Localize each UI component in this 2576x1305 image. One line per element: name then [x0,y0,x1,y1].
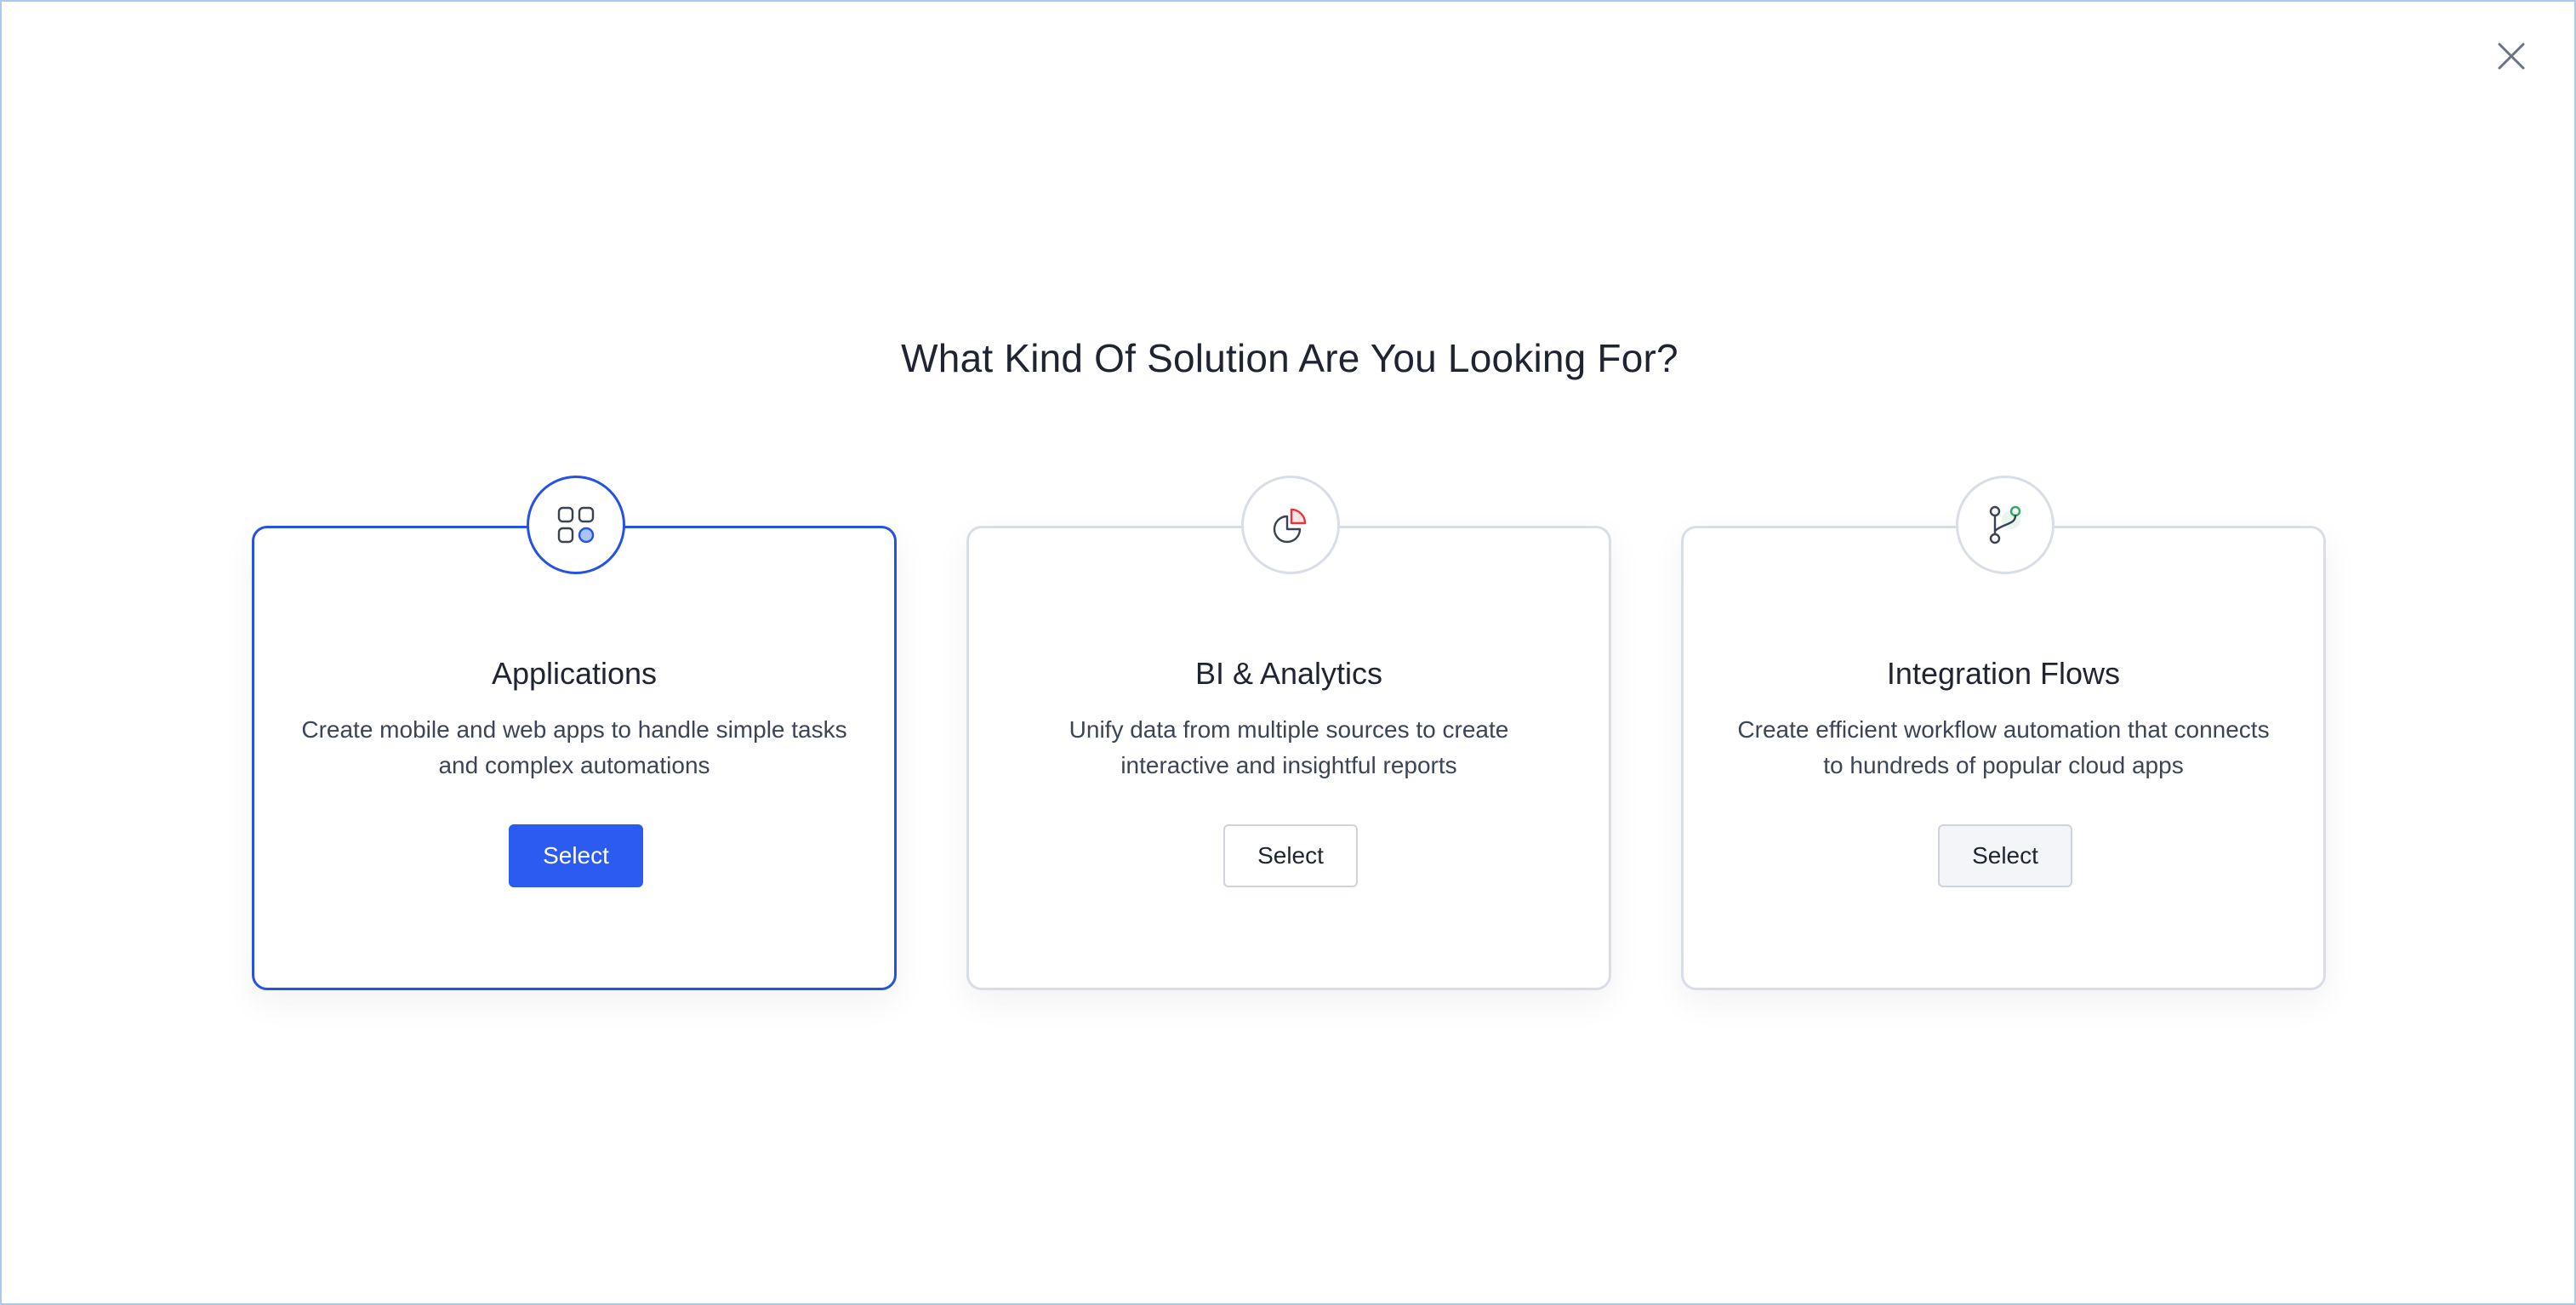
select-bi-analytics-button[interactable]: Select [1223,824,1358,887]
card-description: Unify data from multiple sources to crea… [1069,716,1509,778]
card-title: BI & Analytics [1194,656,1383,691]
card-description: Create efficient workflow automation tha… [1737,716,2270,778]
flow-branch-icon [1989,505,2021,544]
card-description: Create mobile and web apps to handle sim… [301,716,847,778]
close-icon [2498,43,2525,70]
select-applications-button[interactable]: Select [509,824,643,887]
select-integration-flows-button[interactable]: Select [1938,824,2072,887]
apps-grid-icon [557,506,595,544]
modal-window: What Kind Of Solution Are You Looking Fo… [0,0,2576,1305]
card-integration-flows[interactable]: Integration Flows Create efficient workf… [1681,476,2326,990]
card-icon-badge [1241,476,1340,574]
card-icon-badge [527,476,625,574]
close-button[interactable] [2488,32,2535,80]
card-bi-analytics[interactable]: BI & Analytics Unify data from multiple … [966,476,1611,990]
pie-chart-icon [1273,508,1307,544]
card-title: Integration Flows [1886,656,2121,691]
card-title: Applications [491,656,658,691]
card-icon-badge [1956,476,2055,574]
page-title: What Kind Of Solution Are You Looking Fo… [901,336,1678,380]
card-applications[interactable]: Applications Create mobile and web apps … [252,476,897,990]
